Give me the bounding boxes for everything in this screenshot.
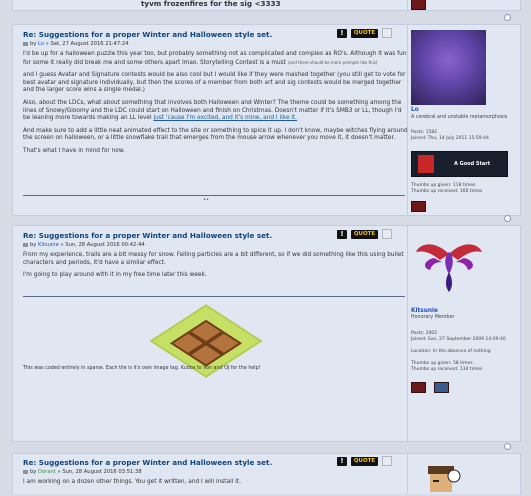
post-2: Re: Suggestions for a proper Winter and … xyxy=(12,225,521,442)
quote-button[interactable]: QUOTE xyxy=(351,229,378,239)
profile-button[interactable] xyxy=(434,382,450,393)
image-caption: This was coded entirely in sparse. Each … xyxy=(23,366,261,371)
signature-image: A Good Start xyxy=(411,151,508,177)
profile-buttons xyxy=(411,378,452,397)
profile-location: Location: In the absence of nothing xyxy=(411,349,491,354)
post-icon xyxy=(23,469,28,474)
post-actions: ! QUOTE xyxy=(337,229,392,239)
paragraph: I'd be up for a halloween puzzle this ye… xyxy=(23,51,407,66)
post-body: I'd be up for a halloween puzzle this ye… xyxy=(23,51,408,161)
report-button[interactable]: ! xyxy=(337,229,347,239)
profile-button[interactable] xyxy=(411,201,426,212)
quote-text: tyvm frozenfires for the sig <3333 xyxy=(141,0,281,8)
paragraph: I am working on a dozen other things. Yo… xyxy=(23,479,241,485)
post-meta: by Lo » Sat, 27 August 2016 21:47:24 xyxy=(23,41,129,47)
post-title[interactable]: Re: Suggestions for a proper Winter and … xyxy=(23,231,272,240)
profile-username[interactable]: Kitsunie xyxy=(411,308,438,314)
post-title[interactable]: Re: Suggestions for a proper Winter and … xyxy=(23,458,272,467)
edit-button[interactable] xyxy=(382,229,392,239)
paragraph: And make sure to add a little neat anima… xyxy=(23,127,408,142)
thanks-received: Thumbs up received: 134 times xyxy=(411,367,483,372)
quote-button[interactable]: QUOTE xyxy=(351,28,378,38)
edit-button[interactable] xyxy=(382,456,392,466)
quote-button[interactable]: QUOTE xyxy=(351,456,378,466)
post-body: From my experience, trails are a bit mes… xyxy=(23,252,408,285)
top-arrow-icon[interactable] xyxy=(504,14,511,21)
post-body: I am working on a dozen other things. Yo… xyxy=(23,479,408,492)
post-date: Sun, 28 August 2016 03:51:38 xyxy=(62,469,142,475)
signature-dots: •• xyxy=(203,197,209,203)
post-meta: by Dorant » Sun, 28 August 2016 03:51:38 xyxy=(23,469,142,475)
top-arrow-icon[interactable] xyxy=(504,443,511,450)
post-icon xyxy=(23,242,28,247)
top-arrow-icon[interactable] xyxy=(504,215,511,222)
author-link[interactable]: Lo xyxy=(38,41,44,47)
post-1: Re: Suggestions for a proper Winter and … xyxy=(12,24,521,216)
paragraph: I'm going to play around with it in my f… xyxy=(23,272,207,279)
post-actions: ! QUOTE xyxy=(337,28,392,38)
paragraph: and I guess Avatar and Signature contest… xyxy=(23,72,406,94)
content-divider xyxy=(23,296,405,297)
paragraph: Also, about the LDCs, what about somethi… xyxy=(23,99,402,122)
profile-joined: Joined: Thu, 14 July 2011 15:59:44 xyxy=(411,136,489,141)
post-title[interactable]: Re: Suggestions for a proper Winter and … xyxy=(23,30,272,39)
profile-0 xyxy=(407,0,521,10)
post-0: tyvm frozenfires for the sig <3333 xyxy=(12,0,521,11)
signature-emblem xyxy=(418,155,434,173)
post-date: Sat, 27 August 2016 21:47:24 xyxy=(50,41,129,47)
character-avatar-icon xyxy=(428,466,461,492)
report-button[interactable]: ! xyxy=(337,456,347,466)
paragraph: That's what I have in mind for now. xyxy=(23,147,125,154)
profile-username[interactable]: Lo xyxy=(411,107,419,113)
author-link[interactable]: Dorant xyxy=(38,469,56,475)
signature-divider xyxy=(23,195,405,196)
post-meta: by Kitsunie » Sun, 28 August 2016 00:42:… xyxy=(23,242,145,248)
small-note: (and there should be more prompts like t… xyxy=(287,59,378,65)
user-avatar xyxy=(414,234,484,294)
user-avatar xyxy=(420,462,465,492)
profile-rank: A cerebral and unstable metamorphosis xyxy=(411,115,508,120)
paragraph: From my experience, trails are a bit mes… xyxy=(23,252,404,266)
inline-link[interactable]: just 'cause I'm excited, and it's mine, … xyxy=(153,115,297,121)
thanks-received: Thumbs up received: 160 times xyxy=(411,189,483,194)
post-actions: ! QUOTE xyxy=(337,456,392,466)
signature-text: A Good Start xyxy=(454,161,491,167)
profile-3 xyxy=(407,454,521,494)
user-avatar xyxy=(411,30,486,105)
tile-grid xyxy=(169,319,243,367)
profile-2: Kitsunie Honorary Member Posts: 2002 Joi… xyxy=(407,226,521,441)
profile-button[interactable] xyxy=(411,0,426,10)
edit-button[interactable] xyxy=(382,28,392,38)
phoenix-avatar-icon xyxy=(416,244,482,292)
profile-1: Lo A cerebral and unstable metamorphosis… xyxy=(407,25,521,215)
post-date: Sun, 28 August 2016 00:42:44 xyxy=(65,242,145,248)
post-icon xyxy=(23,41,28,46)
post-3: Re: Suggestions for a proper Winter and … xyxy=(12,453,521,494)
profile-joined: Joined: Sun, 27 September 2009 14:09:40 xyxy=(411,337,506,342)
report-button[interactable]: ! xyxy=(337,28,347,38)
profile-rank: Honorary Member xyxy=(411,315,455,320)
profile-button[interactable] xyxy=(411,382,426,393)
author-link[interactable]: Kitsunie xyxy=(38,242,59,248)
